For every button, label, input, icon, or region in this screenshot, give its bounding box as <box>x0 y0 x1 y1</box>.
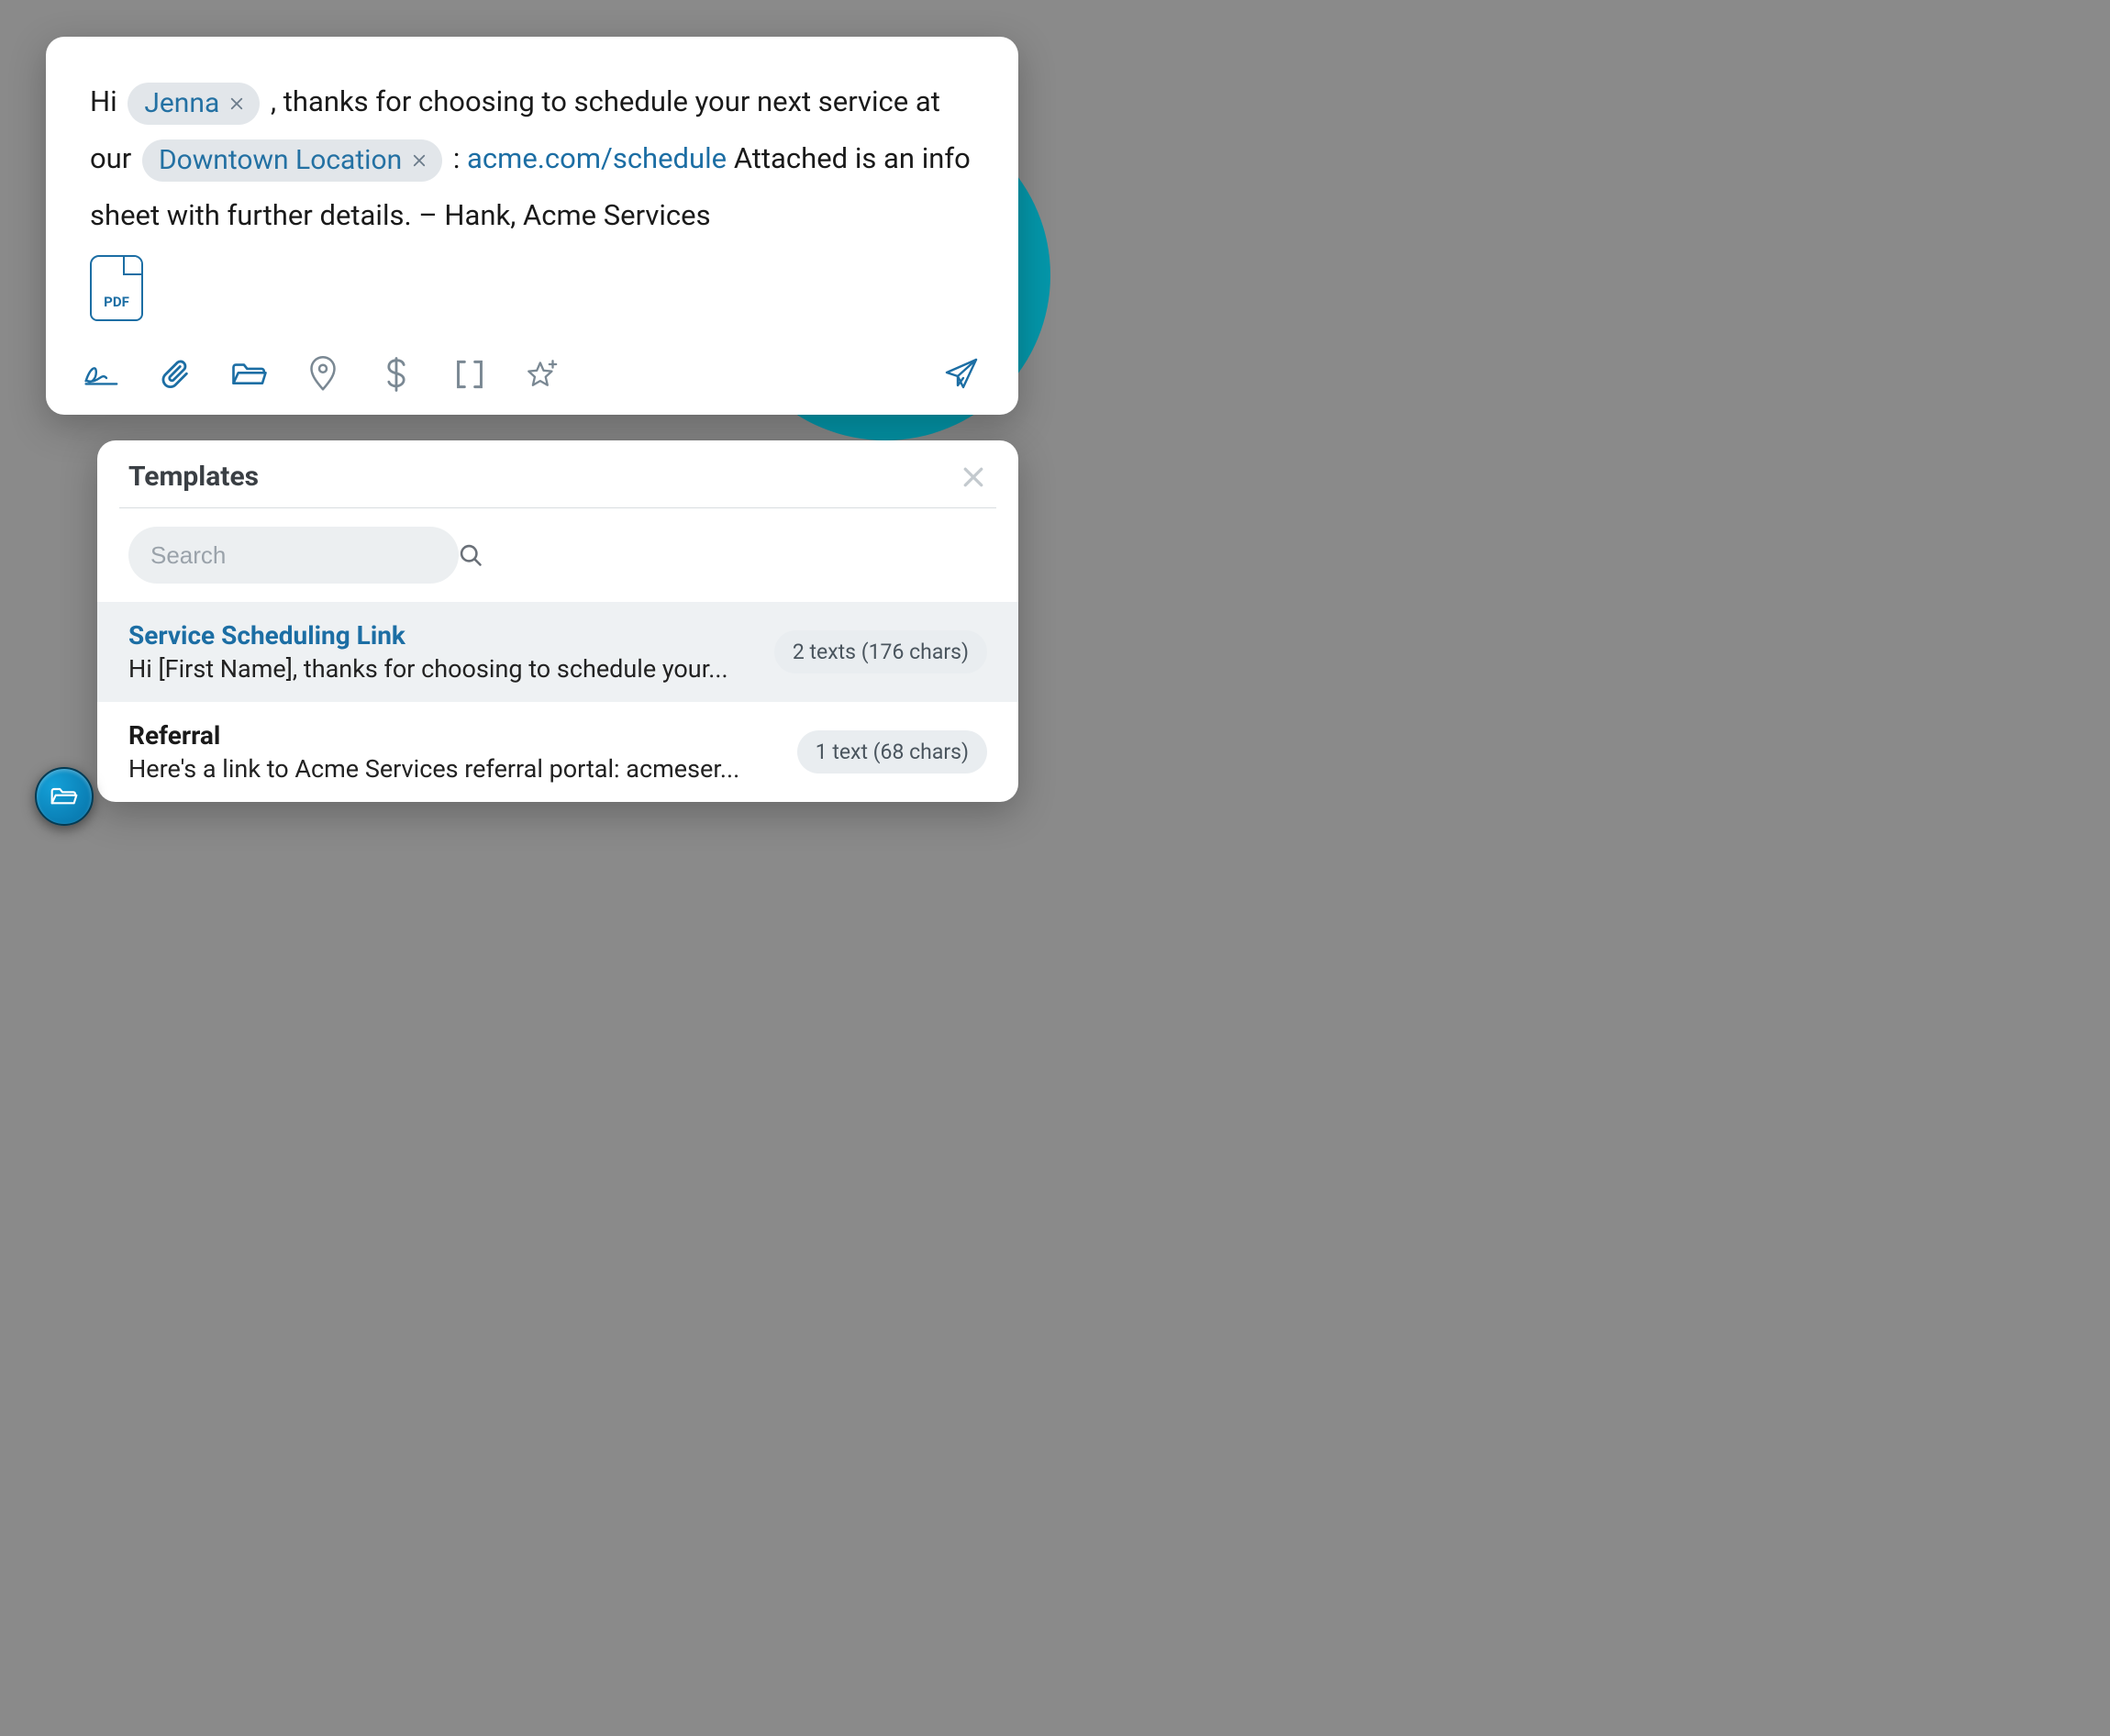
payment-button[interactable] <box>376 354 416 395</box>
chip-location[interactable]: Downtown Location <box>142 139 442 182</box>
template-snippet: Hi [First Name], thanks for choosing to … <box>128 654 752 684</box>
attach-button[interactable] <box>156 354 196 395</box>
star-plus-icon <box>524 356 562 393</box>
chip-first-name[interactable]: Jenna <box>128 83 260 125</box>
folder-open-icon <box>50 785 79 808</box>
template-item[interactable]: Referral Here's a link to Acme Services … <box>97 702 1018 802</box>
search-icon <box>458 542 483 568</box>
signature-icon <box>84 359 121 390</box>
message-composer-card: Hi Jenna , thanks for choosing to schedu… <box>46 37 1018 415</box>
composer-toolbar <box>46 339 1018 415</box>
templates-button[interactable] <box>229 354 270 395</box>
template-stats-badge: 1 text (68 chars) <box>797 730 987 773</box>
close-icon[interactable] <box>228 95 245 112</box>
close-icon <box>960 463 987 491</box>
chip-label: Downtown Location <box>159 141 402 180</box>
paperclip-icon <box>161 357 192 392</box>
placeholder-button[interactable] <box>450 354 490 395</box>
template-item[interactable]: Service Scheduling Link Hi [First Name],… <box>97 602 1018 702</box>
pdf-attachment[interactable]: PDF <box>90 255 143 321</box>
template-title: Referral <box>128 720 775 751</box>
template-snippet: Here's a link to Acme Services referral … <box>128 754 775 784</box>
folder-open-icon <box>230 359 269 390</box>
close-templates-button[interactable] <box>960 463 987 491</box>
send-button[interactable] <box>941 354 982 395</box>
templates-search[interactable] <box>128 527 459 584</box>
favorite-button[interactable] <box>523 354 563 395</box>
msg-segment: : <box>453 141 467 175</box>
dollar-icon <box>383 356 409 393</box>
templates-fab[interactable] <box>35 767 94 826</box>
search-input[interactable] <box>150 541 458 570</box>
template-title: Service Scheduling Link <box>128 620 752 651</box>
paper-plane-icon <box>943 356 980 393</box>
location-button[interactable] <box>303 354 343 395</box>
brackets-icon <box>454 358 485 391</box>
message-body-area[interactable]: Hi Jenna , thanks for choosing to schedu… <box>46 37 1018 339</box>
templates-title: Templates <box>128 461 259 493</box>
pdf-label: PDF <box>104 294 129 310</box>
signature-button[interactable] <box>83 354 123 395</box>
template-stats-badge: 2 texts (176 chars) <box>774 630 987 673</box>
templates-panel: Templates Service Scheduling Link Hi [Fi… <box>97 440 1018 802</box>
templates-header: Templates <box>97 440 1018 502</box>
message-text: Hi Jenna , thanks for choosing to schedu… <box>90 73 974 244</box>
schedule-link[interactable]: acme.com/schedule <box>467 141 727 175</box>
location-pin-icon <box>309 356 337 393</box>
msg-segment: Hi <box>90 84 124 118</box>
close-icon[interactable] <box>411 152 428 169</box>
chip-label: Jenna <box>144 84 219 123</box>
